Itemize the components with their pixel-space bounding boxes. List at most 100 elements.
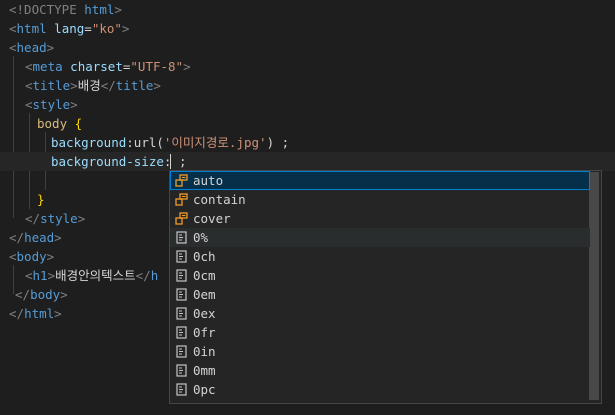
code-line[interactable]: background:url('이미지경로.jpg') ; [51,133,615,152]
suggest-item-label: auto [193,173,224,188]
suggest-item[interactable]: 0in [170,342,590,361]
tag-open: </ [9,306,25,321]
suggest-item[interactable]: 0pc [170,380,590,399]
tag-name: head [16,40,47,55]
code-line[interactable]: <head> [9,38,615,57]
suggest-item-label: 0% [193,230,209,245]
tag-open: < [9,21,17,36]
css-selector: body [37,116,68,131]
suggest-item-label: 0mm [193,363,216,378]
suggest-item[interactable]: 0ex [170,304,590,323]
tag-open: < [9,40,17,55]
suggest-item[interactable]: contain [170,190,590,209]
tag-close: > [121,21,130,36]
tag-close: > [70,97,78,112]
attr-name: lang [46,21,85,36]
tag-close: > [114,2,122,17]
suggest-item-label: cover [193,211,231,226]
suggest-scrollbar[interactable] [589,172,599,400]
attr-value: "UTF-8" [130,59,184,74]
suggest-item-label: 0pc [193,382,216,397]
tag-name: style [32,97,71,112]
tag-open: < [25,268,33,283]
css-property: background-size [51,154,164,169]
autocomplete-suggest-widget[interactable]: auto contain cover 0% 0ch 0cm 0em 0ex 0fr 0in 0mm 0… [169,170,602,404]
tag-open: < [25,59,33,74]
code-line[interactable]: <!DOCTYPE html> [9,0,615,19]
equals: = [84,21,92,36]
tag-name: h1 [32,268,48,283]
tag-name: title [32,78,71,93]
unit-icon [176,364,187,377]
tag-open: </ [135,268,151,283]
tag-open: </ [15,287,31,302]
tag-open: </ [9,230,25,245]
unit-icon [176,326,187,339]
attr-name: charset [62,59,123,74]
suggest-item[interactable]: 0fr [170,323,590,342]
css-punct: ) ; [266,135,290,150]
tag-close: > [54,306,62,321]
tag-open: < [25,97,33,112]
unit-icon [176,345,187,358]
value-enum-icon [175,193,188,206]
tag-close: > [153,78,161,93]
heading-text: 배경안의텍스트 [55,268,136,283]
tag-name: style [40,211,78,226]
unit-icon [176,383,187,396]
code-line[interactable]: <style> [25,95,615,114]
suggest-item[interactable]: 0% [170,228,590,247]
attr-value: "ko" [91,21,122,36]
unit-icon [176,269,187,282]
tag-close: > [183,59,191,74]
suggest-item[interactable]: auto [170,171,590,190]
code-line[interactable]: <meta charset="UTF-8"> [25,57,615,76]
code-line[interactable]: body { [37,114,615,133]
tag-close: > [60,287,68,302]
suggest-item[interactable]: cover [170,209,590,228]
doctype-open: <!DOCTYPE [9,2,85,17]
suggest-item-label: 0in [193,344,216,359]
tag-close: > [46,249,55,264]
brace-open: { [67,116,83,131]
tag-close: > [77,211,86,226]
suggest-item[interactable]: 0cm [170,266,590,285]
suggest-item-label: contain [193,192,246,207]
suggest-item[interactable]: 0ch [170,247,590,266]
unit-icon [176,288,187,301]
tag-name: html [16,21,47,36]
tag-name: meta [32,59,63,74]
title-text: 배경 [77,78,101,93]
brace-close: } [37,192,45,207]
suggest-item[interactable]: 0mm [170,361,590,380]
css-property: background [51,135,127,150]
suggest-item-label: 0ex [193,306,216,321]
tag-close: > [47,268,56,283]
suggest-item-label: 0em [193,287,216,302]
code-line-current[interactable]: background-size: ; [0,152,615,171]
tag-name: head [24,230,55,245]
indent-guide [13,56,14,218]
suggest-item[interactable]: 0em [170,285,590,304]
doctype-keyword: html [84,2,115,17]
tag-close: > [70,78,78,93]
suggest-item-label: 0ch [193,249,216,264]
suggest-item-label: 0cm [193,268,216,283]
tag-close: > [54,230,62,245]
css-punct: : ; [163,154,187,169]
css-function: :url( [126,135,164,150]
tag-name: title [115,78,154,93]
value-enum-icon [175,174,188,187]
unit-icon [176,307,187,320]
value-enum-icon [175,212,188,225]
tag-open: < [9,249,17,264]
code-line[interactable]: <html lang="ko"> [9,19,615,38]
tag-name: html [24,306,55,321]
code-line[interactable]: <title>배경</title> [25,76,615,95]
tag-open: < [25,78,33,93]
text-cursor [170,154,171,169]
tag-name: body [30,287,61,302]
code-editor[interactable]: <!DOCTYPE html> <html lang="ko"> <head> … [0,0,615,415]
unit-icon [176,250,187,263]
tag-open: </ [100,78,116,93]
